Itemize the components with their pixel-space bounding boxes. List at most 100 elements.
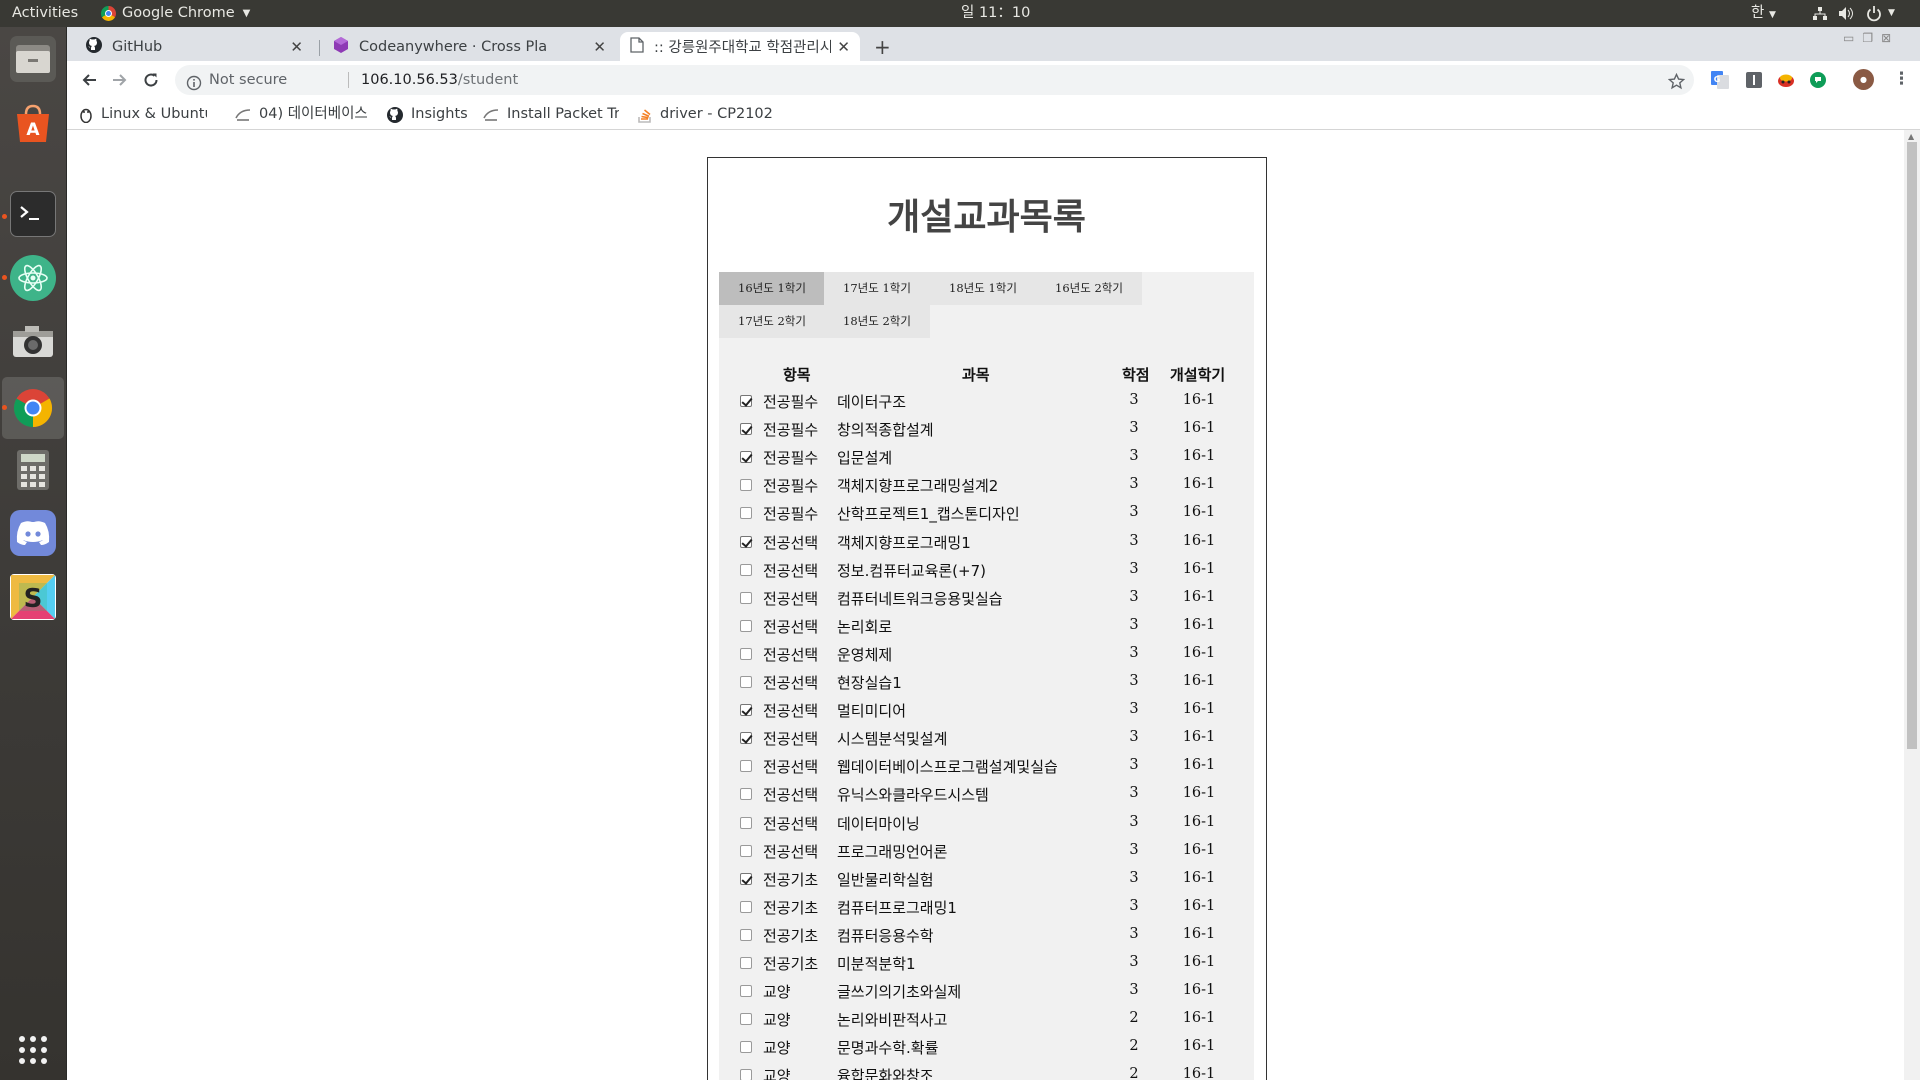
course-checkbox[interactable]: [740, 900, 752, 913]
slack-icon[interactable]: S: [10, 574, 56, 620]
course-checkbox[interactable]: [740, 760, 752, 773]
ladybug-extension-icon[interactable]: [1776, 71, 1796, 93]
close-icon[interactable]: ✕: [290, 38, 303, 56]
course-checkbox[interactable]: [740, 479, 752, 492]
course-checkbox[interactable]: [740, 563, 752, 576]
bookmark-item[interactable]: Install Packet Tra: [483, 99, 619, 130]
tab-student-grades[interactable]: :: 강릉원주대학교 학점관리시 ✕: [620, 32, 860, 61]
course-checkbox[interactable]: [740, 647, 752, 660]
course-semester: 16-1: [1182, 982, 1216, 999]
menu-icon[interactable]: ⋮: [1893, 69, 1910, 89]
tab-github[interactable]: GitHub ✕: [76, 32, 313, 61]
bookmark-label: Linux & Ubuntu: [101, 106, 207, 122]
course-checkbox[interactable]: [740, 395, 752, 407]
course-name: 창의적종합설계: [837, 421, 934, 440]
window-controls[interactable]: ▭❐⊠: [1843, 31, 1899, 45]
course-checkbox[interactable]: [740, 423, 752, 436]
course-checkbox[interactable]: [740, 816, 752, 829]
translate-extension-icon[interactable]: G: [1711, 71, 1729, 93]
course-checkbox[interactable]: [740, 957, 752, 969]
course-checkbox[interactable]: [740, 619, 752, 632]
course-semester: 16-1: [1182, 1010, 1216, 1027]
atom-icon[interactable]: [10, 255, 56, 301]
bookmark-item[interactable]: driver - CP2102 d: [638, 99, 772, 130]
forward-button[interactable]: [106, 66, 134, 94]
reload-button[interactable]: [137, 66, 165, 94]
course-checkbox[interactable]: [740, 985, 752, 998]
activities-button[interactable]: Activities: [12, 0, 78, 27]
bookmark-item[interactable]: 04) 데이터베이스: [235, 99, 368, 130]
chevron-down-icon: ▼: [242, 8, 251, 19]
course-checkbox[interactable]: [740, 1013, 752, 1026]
course-checkbox[interactable]: [740, 1041, 752, 1054]
chrome-icon[interactable]: [10, 385, 56, 431]
course-checkbox[interactable]: [740, 1069, 752, 1080]
semester-tab[interactable]: 18년도 2학기: [824, 305, 930, 338]
course-checkbox[interactable]: [740, 676, 752, 688]
software-center-icon[interactable]: A: [10, 101, 56, 147]
files-icon[interactable]: [10, 36, 56, 82]
course-name: 웹데이터베이스프로그램설계및실습: [837, 758, 1058, 777]
volume-icon[interactable]: [1838, 0, 1854, 27]
semester-tab[interactable]: 17년도 1학기: [824, 272, 930, 305]
close-icon[interactable]: ⊠: [1881, 31, 1899, 45]
camera-icon[interactable]: [10, 319, 56, 365]
terminal-icon[interactable]: [10, 191, 56, 237]
course-checkbox[interactable]: [740, 535, 752, 548]
course-checkbox[interactable]: [740, 732, 752, 745]
input-method-indicator[interactable]: 한 ▼: [1751, 0, 1776, 27]
page-scrollbar[interactable]: ▲: [1904, 130, 1920, 1080]
power-icon[interactable]: [1866, 0, 1882, 27]
course-checkbox[interactable]: [740, 704, 752, 717]
chat-extension-icon[interactable]: [1809, 71, 1827, 93]
url-host: 106.10.56.53: [361, 72, 458, 88]
minimize-icon[interactable]: ▭: [1843, 31, 1862, 45]
course-name: 논리회로: [837, 617, 893, 636]
course-checkbox[interactable]: [740, 788, 752, 801]
course-checkbox[interactable]: [740, 844, 752, 857]
bookmark-item[interactable]: Insights: [387, 99, 468, 130]
bookmark-item[interactable]: Linux & Ubuntu: [79, 99, 207, 130]
address-bar[interactable]: Not secure 106.10.56.53/student: [175, 65, 1694, 95]
discord-icon[interactable]: [10, 510, 56, 556]
profile-avatar[interactable]: ●: [1853, 69, 1874, 90]
course-list-card: 개설교과목록 16년도 1학기 17년도 1학기 18년도 1학기 16년도 2학기 1…: [707, 157, 1267, 1080]
chevron-down-icon[interactable]: ▼: [1888, 0, 1895, 27]
app-menu[interactable]: Google Chrome ▼: [101, 0, 250, 27]
course-checkbox[interactable]: [740, 591, 752, 604]
svg-text:A: A: [26, 120, 40, 140]
semester-tab[interactable]: 16년도 2학기: [1036, 272, 1142, 305]
close-icon[interactable]: ✕: [837, 38, 850, 56]
semester-tab[interactable]: 18년도 1학기: [930, 272, 1036, 305]
network-icon[interactable]: [1812, 0, 1828, 27]
table-row: 전공선택 시스템분석및설계 3 16-1: [719, 726, 1254, 754]
reader-extension-icon[interactable]: [1745, 71, 1763, 93]
star-icon[interactable]: [1667, 71, 1686, 101]
course-checkbox[interactable]: [740, 872, 752, 885]
course-checkbox[interactable]: [740, 507, 752, 520]
semester-tab[interactable]: 17년도 2학기: [719, 305, 825, 338]
semester-tab[interactable]: 16년도 1학기: [719, 272, 825, 305]
security-label[interactable]: Not secure: [209, 65, 287, 95]
tab-codeanywhere[interactable]: Codeanywhere · Cross Pla ✕: [323, 32, 616, 61]
app-grid-icon[interactable]: [10, 1027, 56, 1073]
back-button[interactable]: [75, 66, 103, 94]
course-checkbox[interactable]: [740, 451, 752, 464]
table-row: 전공선택 운영체제 3 16-1: [719, 642, 1254, 670]
course-name: 미분적분학1: [837, 955, 916, 973]
running-indicator: [2, 214, 7, 219]
course-category: 전공기초: [763, 898, 819, 917]
new-tab-button[interactable]: +: [864, 32, 900, 61]
table-row: 교양 융합문화와창조 2 16-1: [719, 1063, 1254, 1080]
course-name: 산학프로젝트1_캡스톤디자인: [837, 505, 1020, 524]
url-text[interactable]: 106.10.56.53/student: [361, 65, 518, 95]
scrollbar-thumb[interactable]: [1907, 142, 1917, 749]
restore-icon[interactable]: ❐: [1862, 31, 1881, 45]
close-icon[interactable]: ✕: [593, 38, 606, 56]
course-checkbox[interactable]: [740, 928, 752, 941]
chrome-small-icon: [101, 6, 116, 21]
calculator-icon[interactable]: [10, 447, 56, 493]
scroll-up-icon[interactable]: ▲: [1908, 132, 1914, 141]
clock[interactable]: 일 11：10: [961, 0, 1030, 27]
info-icon[interactable]: [186, 72, 202, 102]
